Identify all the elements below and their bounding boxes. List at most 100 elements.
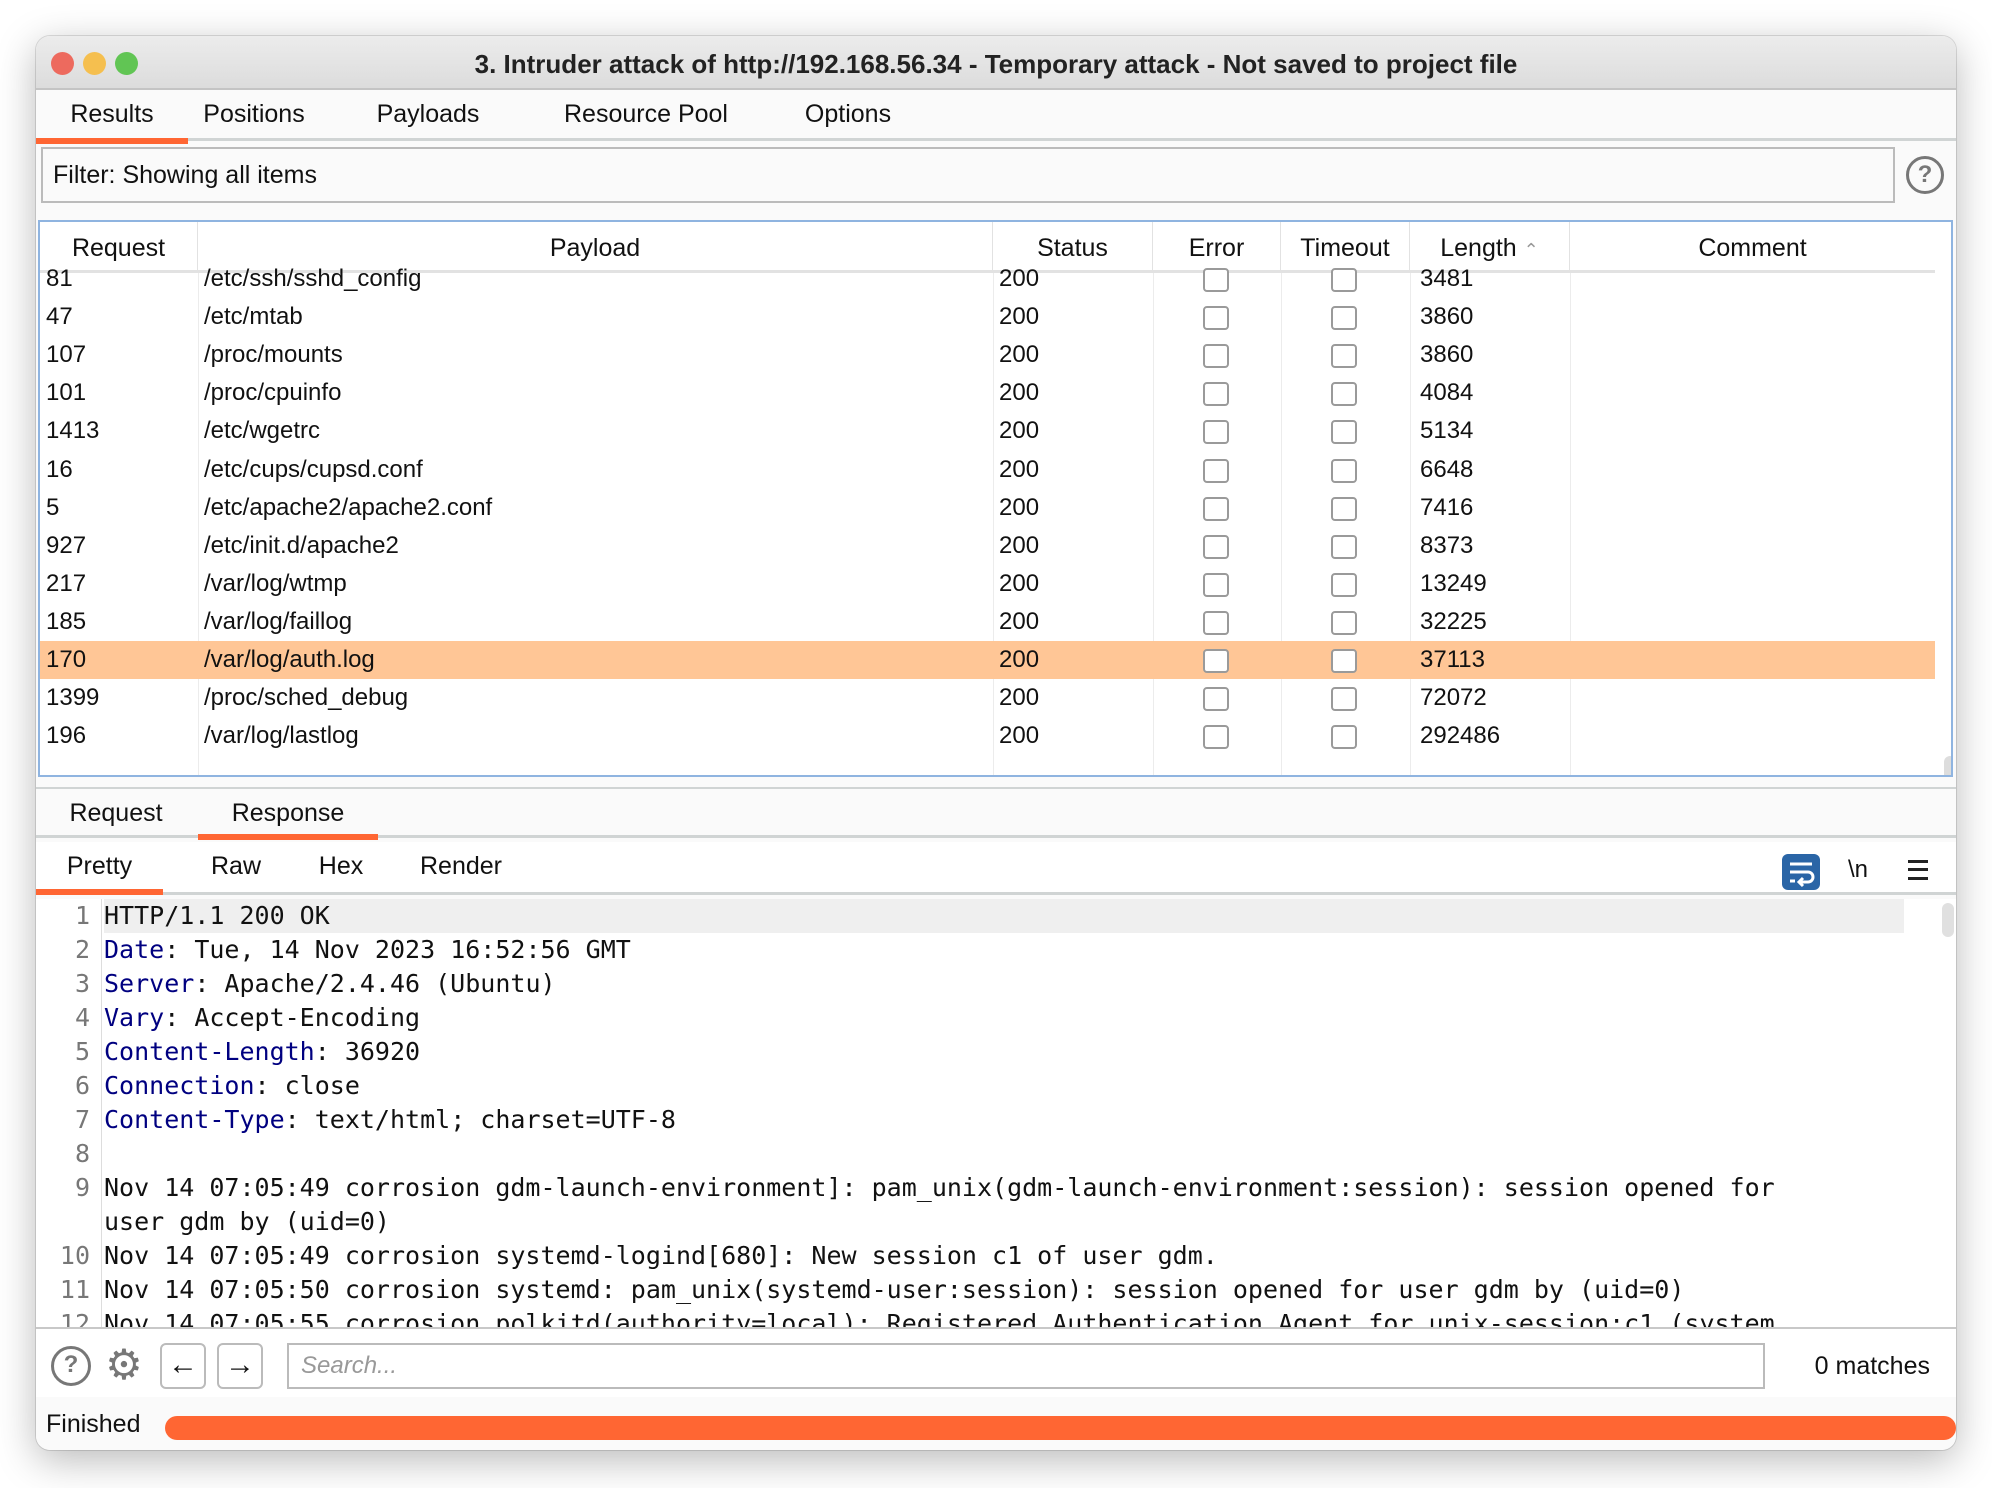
- code-line: user gdm by (uid=0): [36, 1205, 1916, 1239]
- tab-render[interactable]: Render: [401, 842, 521, 892]
- error-checkbox[interactable]: [1203, 572, 1229, 597]
- arrow-left-icon[interactable]: ←: [160, 1343, 206, 1389]
- column-header-length-label: Length: [1440, 234, 1517, 262]
- message-tabs: Request Response: [36, 787, 1956, 840]
- table-row[interactable]: 81/etc/ssh/sshd_config 200 3481: [40, 260, 1935, 298]
- length-cell: 37113: [1420, 646, 1485, 673]
- tab-pretty[interactable]: Pretty: [36, 842, 163, 895]
- error-checkbox[interactable]: [1203, 306, 1229, 331]
- payload-cell: /proc/cpuinfo: [204, 379, 342, 407]
- attack-tabs: Results Positions Payloads Resource Pool…: [36, 90, 1956, 144]
- error-checkbox[interactable]: [1203, 649, 1229, 673]
- match-count: 0 matches: [1814, 1352, 1930, 1380]
- status-bar: Finished: [36, 1397, 1956, 1450]
- request-cell: 81: [46, 265, 73, 292]
- word-wrap-icon[interactable]: [1782, 854, 1820, 890]
- length-cell: 3860: [1420, 303, 1474, 331]
- status-cell: 200: [999, 379, 1040, 407]
- tab-payloads[interactable]: Payloads: [353, 90, 503, 141]
- editor-scrollbar[interactable]: [1942, 903, 1954, 937]
- line-number: 6: [74, 1071, 90, 1101]
- line-content: Nov 14 07:05:49 corrosion systemd-logind…: [104, 1239, 1218, 1273]
- error-checkbox[interactable]: [1203, 496, 1229, 521]
- timeout-checkbox[interactable]: [1331, 687, 1357, 712]
- timeout-checkbox[interactable]: [1331, 649, 1357, 673]
- line-number: 10: [59, 1241, 90, 1271]
- hamburger-menu-icon[interactable]: [1908, 860, 1928, 880]
- error-checkbox[interactable]: [1203, 344, 1229, 369]
- error-checkbox[interactable]: [1203, 610, 1229, 635]
- table-row[interactable]: 217/var/log/wtmp 200 13249: [40, 565, 1935, 603]
- header-value: HTTP/1.1 200 OK: [104, 901, 330, 930]
- length-cell: 3860: [1420, 341, 1474, 369]
- code-line: 4 Vary: Accept-Encoding: [36, 1001, 1916, 1035]
- header-value: user gdm by (uid=0): [104, 1207, 390, 1237]
- timeout-checkbox[interactable]: [1331, 725, 1357, 750]
- error-checkbox[interactable]: [1203, 725, 1229, 750]
- timeout-checkbox[interactable]: [1331, 344, 1357, 369]
- table-row[interactable]: 196/var/log/lastlog 200 292486: [40, 717, 1935, 755]
- table-row[interactable]: 16/etc/cups/cupsd.conf 200 6648: [40, 451, 1935, 489]
- timeout-checkbox[interactable]: [1331, 572, 1357, 597]
- timeout-checkbox[interactable]: [1331, 268, 1357, 292]
- code-line: 8: [36, 1137, 1916, 1171]
- error-checkbox[interactable]: [1203, 458, 1229, 483]
- length-cell: 5134: [1420, 417, 1474, 445]
- timeout-checkbox[interactable]: [1331, 306, 1357, 331]
- request-cell: 196: [46, 722, 87, 750]
- table-row[interactable]: 170/var/log/auth.log 200 37113: [40, 641, 1935, 679]
- tab-results[interactable]: Results: [36, 90, 188, 144]
- question-circle-icon[interactable]: ?: [51, 1346, 91, 1386]
- filter-bar[interactable]: Filter: Showing all items: [41, 147, 1895, 203]
- payload-cell: /var/log/faillog: [204, 607, 353, 635]
- table-row[interactable]: 107/proc/mounts 200 3860: [40, 336, 1935, 374]
- line-content: Nov 14 07:05:50 corrosion systemd: pam_u…: [104, 1273, 1684, 1307]
- gear-icon[interactable]: ⚙: [102, 1343, 146, 1387]
- results-table: Request Payload Status Error Timeout Len…: [38, 220, 1953, 777]
- payload-cell: /etc/cups/cupsd.conf: [204, 455, 423, 483]
- status-cell: 200: [999, 722, 1040, 750]
- request-cell: 185: [46, 607, 87, 635]
- table-row[interactable]: 1399/proc/sched_debug 200 72072: [40, 679, 1935, 717]
- error-checkbox[interactable]: [1203, 420, 1229, 445]
- timeout-checkbox[interactable]: [1331, 610, 1357, 635]
- response-editor[interactable]: 1 HTTP/1.1 200 OK 2 Date: Tue, 14 Nov 2023 …: [36, 899, 1956, 1327]
- tab-positions[interactable]: Positions: [188, 90, 320, 141]
- timeout-checkbox[interactable]: [1331, 382, 1357, 407]
- arrow-right-icon[interactable]: →: [217, 1343, 263, 1389]
- search-input[interactable]: Search...: [287, 1343, 1765, 1389]
- timeout-checkbox[interactable]: [1331, 458, 1357, 483]
- table-row[interactable]: 1413/etc/wgetrc 200 5134: [40, 412, 1935, 450]
- timeout-checkbox[interactable]: [1331, 496, 1357, 521]
- table-row[interactable]: 5/etc/apache2/apache2.conf 200 7416: [40, 489, 1935, 527]
- tab-response[interactable]: Response: [198, 789, 378, 840]
- error-checkbox[interactable]: [1203, 687, 1229, 712]
- line-content: user gdm by (uid=0): [104, 1205, 390, 1239]
- newline-toggle[interactable]: \n: [1848, 852, 1868, 888]
- error-checkbox[interactable]: [1203, 534, 1229, 559]
- tab-options[interactable]: Options: [788, 90, 908, 141]
- table-row[interactable]: 185/var/log/faillog 200 32225: [40, 603, 1935, 641]
- vertical-scrollbar[interactable]: [1944, 756, 1951, 775]
- status-cell: 200: [999, 455, 1040, 483]
- request-cell: 170: [46, 646, 87, 673]
- question-circle-icon[interactable]: ?: [1906, 156, 1944, 194]
- tab-request[interactable]: Request: [36, 789, 196, 837]
- request-cell: 1413: [46, 417, 100, 445]
- table-row[interactable]: 927/etc/init.d/apache2 200 8373: [40, 527, 1935, 565]
- table-row[interactable]: 47/etc/mtab 200 3860: [40, 298, 1935, 336]
- header-name: Date: [104, 935, 165, 965]
- tab-raw[interactable]: Raw: [186, 842, 286, 892]
- timeout-checkbox[interactable]: [1331, 420, 1357, 445]
- line-number: 11: [59, 1275, 90, 1305]
- table-row[interactable]: 101/proc/cpuinfo 200 4084: [40, 374, 1935, 412]
- error-checkbox[interactable]: [1203, 268, 1229, 292]
- tab-hex[interactable]: Hex: [296, 842, 386, 892]
- length-cell: 4084: [1420, 379, 1474, 407]
- line-content: Connection: close: [104, 1069, 360, 1103]
- timeout-checkbox[interactable]: [1331, 534, 1357, 559]
- request-cell: 927: [46, 531, 87, 559]
- header-name: Content-Type: [104, 1105, 285, 1135]
- tab-resource-pool[interactable]: Resource Pool: [546, 90, 746, 141]
- error-checkbox[interactable]: [1203, 382, 1229, 407]
